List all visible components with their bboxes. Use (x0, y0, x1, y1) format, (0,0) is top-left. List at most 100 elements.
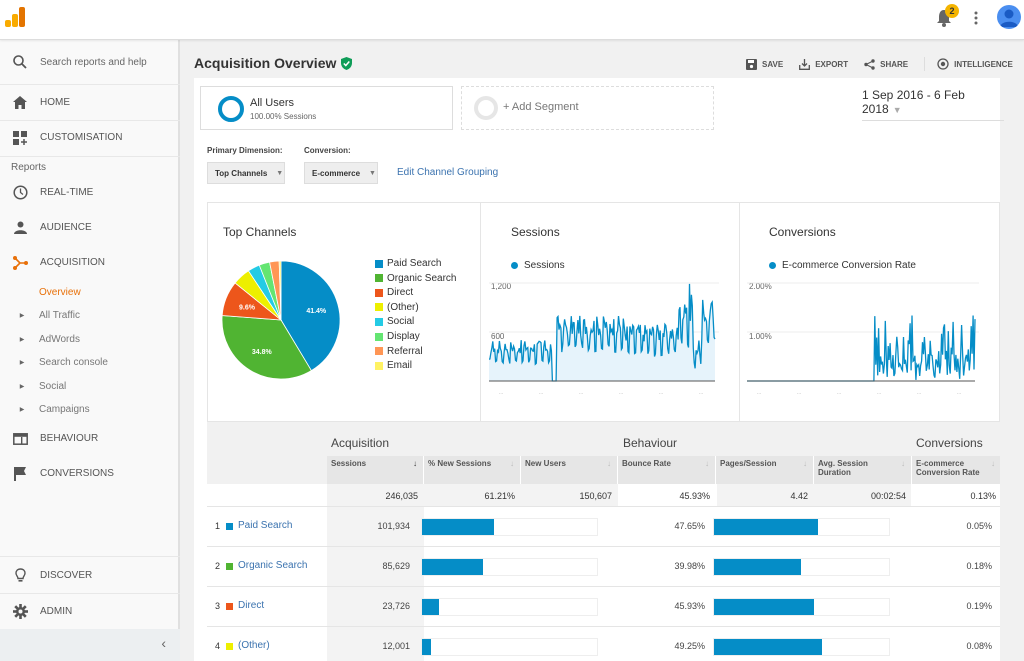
total-value: 246,035 (385, 491, 418, 501)
chart-title: Conversions (769, 225, 836, 239)
export-button[interactable]: EXPORT (799, 58, 848, 70)
intelligence-icon (937, 58, 949, 70)
series-line (747, 315, 976, 382)
table-row: 2 Organic Search 85,629 39.98% 0.18% (207, 546, 1000, 586)
legend-swatch (375, 259, 383, 268)
empty-segment-ring-icon (474, 96, 498, 120)
more-options-icon[interactable] (972, 10, 980, 26)
charts-row: Top Channels 41.4% 34.8% 9.6% Paid Search O… (207, 202, 1000, 422)
segment-ring-icon (218, 96, 244, 122)
primary-dimension-dropdown[interactable]: Top Channels ▼ (207, 162, 285, 184)
conversion-rate-value: 0.05% (966, 521, 992, 531)
bounce-rate-value: 49.25% (674, 641, 705, 651)
sessions-bar-fill (422, 519, 495, 535)
sessions-bar-fill (422, 559, 483, 575)
sidebar-item-admin[interactable]: ADMIN (0, 594, 180, 629)
total-value: 4.42 (790, 491, 808, 501)
sidebar-item-customisation[interactable]: CUSTOMISATION (0, 120, 180, 155)
sidebar-subitem-search-console[interactable]: ▶ Search console (0, 352, 180, 372)
lightbulb-icon (0, 568, 40, 583)
sidebar-item-home[interactable]: HOME (0, 85, 180, 120)
share-button[interactable]: SHARE (864, 58, 908, 70)
bounce-rate-bar-fill (714, 519, 819, 535)
bounce-rate-bar (713, 598, 890, 616)
legend-item: Direct (375, 287, 413, 298)
sidebar-subitem-overview[interactable]: Overview (39, 287, 81, 298)
legend-item: Social (375, 316, 414, 327)
column-header[interactable]: Pages/Session ↓ (716, 456, 814, 484)
expand-triangle-icon: ▶ (19, 312, 25, 319)
legend-item: Display (375, 331, 420, 342)
report-card: All Users 100.00% Sessions + Add Segment… (194, 78, 1004, 661)
save-button[interactable]: SAVE (746, 58, 783, 70)
x-tick-label: ... (957, 390, 961, 396)
x-tick-label: ... (757, 390, 761, 396)
legend-dot (769, 262, 776, 269)
channel-link[interactable]: Direct (238, 600, 264, 611)
analytics-logo[interactable] (5, 7, 25, 27)
column-header[interactable]: Avg. Session Duration ↓ (814, 456, 912, 484)
column-header[interactable]: E-commerce Conversion Rate ↓ (912, 456, 1000, 484)
legend-item: Referral (375, 346, 423, 357)
column-header[interactable]: New Users ↓ (521, 456, 618, 484)
bounce-rate-bar (713, 558, 890, 576)
sidebar-item-acquisition[interactable]: ACQUISITION (0, 245, 180, 280)
report-actions: SAVE EXPORT SHARE INTELLIGENCE (746, 57, 1024, 71)
home-icon (0, 96, 40, 109)
bounce-rate-bar-fill (714, 639, 822, 655)
legend-swatch (375, 288, 383, 297)
legend-item: (Other) (375, 302, 419, 313)
x-tick-label: ... (539, 390, 543, 396)
sidebar: Search reports and help HOME CUSTOMISATI… (0, 40, 180, 661)
sidebar-item-behaviour[interactable]: BEHAVIOUR (0, 421, 180, 456)
top-bar: 2 (0, 0, 1024, 40)
conversion-dropdown[interactable]: E-commerce ▼ (304, 162, 378, 184)
sort-arrow-icon[interactable]: ↓ (803, 459, 807, 468)
main-content: Acquisition Overview SAVE EXPORT SHARE I… (182, 40, 1024, 661)
bounce-rate-bar-fill (714, 599, 815, 615)
column-header[interactable]: Bounce Rate ↓ (618, 456, 716, 484)
collapse-sidebar-button[interactable]: ‹ (0, 629, 180, 661)
sidebar-item-conversions[interactable]: CONVERSIONS (0, 456, 180, 491)
sidebar-subitem-campaigns[interactable]: ▶ Campaigns (0, 399, 180, 419)
sidebar-item-realtime[interactable]: REAL-TIME (0, 175, 180, 210)
intelligence-button[interactable]: INTELLIGENCE (937, 58, 1013, 70)
sidebar-subitem-social[interactable]: ▶ Social (0, 376, 180, 396)
segment-all-users[interactable]: All Users 100.00% Sessions (200, 86, 453, 130)
sort-arrow-icon[interactable]: ↓ (607, 459, 611, 468)
sidebar-subitem-adwords[interactable]: ▶ AdWords (0, 329, 180, 349)
sort-arrow-icon[interactable]: ↓ (705, 459, 709, 468)
sessions-bar (421, 638, 598, 656)
sidebar-item-audience[interactable]: AUDIENCE (0, 210, 180, 245)
channel-link[interactable]: (Other) (238, 640, 270, 651)
verified-shield-icon (341, 56, 353, 70)
channel-color-swatch (226, 523, 233, 530)
channel-link[interactable]: Organic Search (238, 560, 307, 571)
sort-arrow-icon[interactable]: ↓ (901, 459, 905, 468)
legend-swatch (375, 347, 383, 356)
avatar[interactable] (997, 5, 1021, 29)
channel-link[interactable]: Paid Search (238, 520, 292, 531)
column-header[interactable]: % New Sessions ↓ (424, 456, 521, 484)
edit-channel-grouping-link[interactable]: Edit Channel Grouping (397, 167, 498, 178)
sort-arrow-icon[interactable]: ↓ (510, 459, 514, 468)
sidebar-item-discover[interactable]: DISCOVER (0, 558, 180, 593)
caret-down-icon: ▼ (369, 169, 376, 177)
sort-arrow-icon[interactable]: ↓ (413, 459, 417, 468)
x-tick-label: ... (797, 390, 801, 396)
account-selector[interactable] (34, 0, 164, 38)
group-behaviour: Behaviour (623, 436, 678, 450)
date-range-picker[interactable]: 1 Sep 2016 - 6 Feb 2018 ▼ (862, 88, 1004, 121)
legend-label: Direct (387, 287, 414, 299)
legend-label: (Other) (387, 301, 419, 313)
column-header[interactable]: Sessions ↓ (327, 456, 424, 484)
x-tick-label: ... (579, 390, 583, 396)
legend-label: Organic Search (387, 272, 457, 284)
sidebar-subitem-all-traffic[interactable]: ▶ All Traffic (0, 305, 180, 325)
add-segment-button[interactable]: + Add Segment (461, 86, 714, 130)
export-icon (799, 58, 811, 70)
sort-arrow-icon[interactable]: ↓ (991, 459, 995, 468)
top-channels-chart: Top Channels 41.4% 34.8% 9.6% Paid Search O… (208, 203, 481, 421)
search-reports-input[interactable]: Search reports and help (0, 40, 180, 84)
pie-data-label: 9.6% (239, 305, 256, 312)
